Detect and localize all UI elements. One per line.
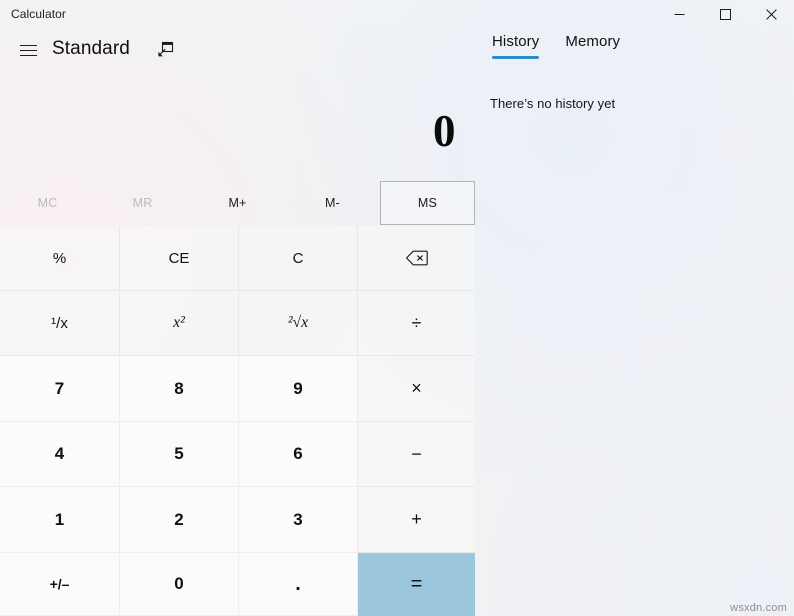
negate-button[interactable]: +/– (0, 553, 120, 616)
backspace-button[interactable] (358, 226, 475, 291)
digit-3-label: 3 (293, 509, 303, 529)
equals-button[interactable]: = (358, 553, 475, 616)
digit-2-label: 2 (174, 509, 184, 529)
reciprocal-label: ¹/x (51, 314, 68, 332)
tab-memory[interactable]: Memory (565, 33, 620, 59)
digit-4-button[interactable]: 4 (0, 422, 120, 487)
app-header: Standard (0, 30, 475, 66)
square-root-label: ²√x (287, 314, 309, 331)
minus-label: − (411, 443, 422, 464)
reciprocal-button[interactable]: ¹/x (0, 291, 120, 356)
memory-subtract-button[interactable]: M- (285, 181, 380, 225)
decimal-button[interactable]: . (239, 553, 358, 616)
clear-button[interactable]: C (239, 226, 358, 291)
backspace-icon (405, 250, 428, 266)
digit-9-button[interactable]: 9 (239, 356, 358, 422)
minus-button[interactable]: − (358, 422, 475, 487)
digit-4-label: 4 (54, 444, 65, 463)
percent-button[interactable]: % (0, 226, 120, 291)
divide-button[interactable]: ÷ (358, 291, 475, 356)
digit-9-label: 9 (293, 378, 303, 398)
digit-5-button[interactable]: 5 (120, 422, 239, 487)
clear-label: C (292, 249, 304, 267)
equals-label: = (410, 572, 423, 595)
digit-0-button[interactable]: 0 (120, 553, 239, 616)
pane-tabs: History Memory (492, 33, 620, 59)
square-button[interactable]: x² (120, 291, 239, 356)
multiply-label: × (411, 378, 422, 398)
percent-label: % (52, 249, 67, 267)
digit-0-label: 0 (174, 574, 184, 593)
calculator-display: 0 (0, 66, 475, 176)
digit-1-label: 1 (54, 509, 65, 529)
negate-label: +/– (49, 576, 70, 592)
multiply-button[interactable]: × (358, 356, 475, 422)
divide-label: ÷ (411, 312, 422, 333)
calculator-window: Calculator Standard 0 MC MR M+ M- MS % C… (0, 0, 794, 616)
clear-entry-label: CE (168, 249, 190, 267)
digit-3-button[interactable]: 3 (239, 487, 358, 553)
digit-8-label: 8 (174, 378, 184, 398)
memory-recall-button[interactable]: MR (95, 181, 190, 225)
tab-history[interactable]: History (492, 33, 540, 59)
decimal-label: . (295, 573, 301, 595)
calculator-mode-title: Standard (52, 38, 130, 59)
window-title: Calculator (11, 7, 67, 21)
hamburger-menu-icon[interactable] (8, 33, 48, 67)
square-root-button[interactable]: ²√x (239, 291, 358, 356)
digit-6-button[interactable]: 6 (239, 422, 358, 487)
digit-6-label: 6 (293, 444, 303, 463)
memory-store-button[interactable]: MS (380, 181, 475, 225)
calculator-keypad: % CE C ¹/x x² ²√x ÷ 7 8 9 × 4 5 6 − 1 2 … (0, 226, 475, 616)
digit-7-label: 7 (54, 378, 65, 398)
digit-7-button[interactable]: 7 (0, 356, 120, 422)
digit-8-button[interactable]: 8 (120, 356, 239, 422)
watermark: wsxdn.com (730, 602, 787, 614)
digit-1-button[interactable]: 1 (0, 487, 120, 553)
memory-add-button[interactable]: M+ (190, 181, 285, 225)
digit-5-label: 5 (174, 444, 184, 463)
plus-button[interactable]: + (358, 487, 475, 553)
square-label: x² (173, 314, 185, 331)
history-memory-pane: History Memory There’s no history yet (476, 0, 794, 616)
history-empty-message: There’s no history yet (490, 96, 616, 111)
clear-entry-button[interactable]: CE (120, 226, 239, 291)
digit-2-button[interactable]: 2 (120, 487, 239, 553)
display-value: 0 (433, 106, 456, 156)
memory-clear-button[interactable]: MC (0, 181, 95, 225)
keep-on-top-icon[interactable] (152, 36, 178, 62)
memory-button-row: MC MR M+ M- MS (0, 181, 475, 225)
plus-label: + (411, 509, 422, 529)
